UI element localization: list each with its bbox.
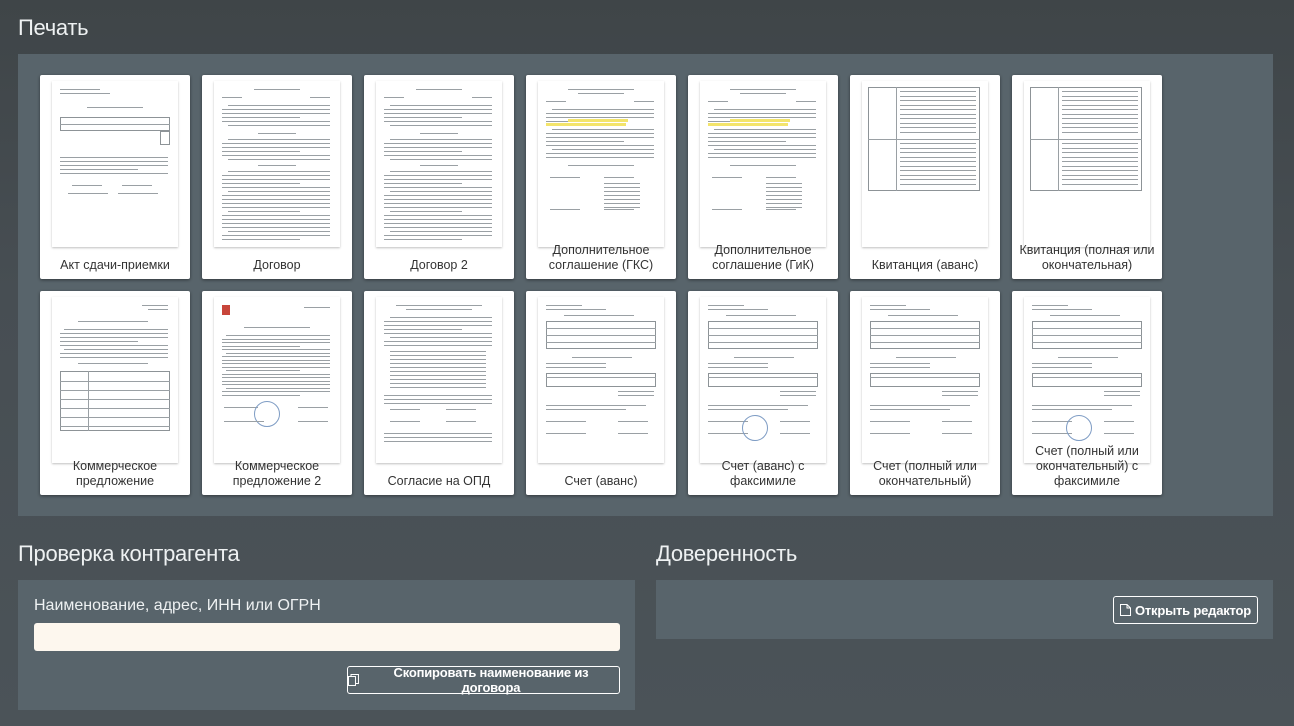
open-editor-button-label: Открыть редактор xyxy=(1134,602,1252,618)
document-thumbnail xyxy=(214,297,340,463)
counterparty-search-input[interactable] xyxy=(34,623,620,651)
document-card[interactable]: Дополнительное соглашение (ГиК) xyxy=(688,75,838,279)
document-card[interactable]: Согласие на ОПД xyxy=(364,291,514,495)
print-panel: Акт сдачи-приемки Договор Договор 2 Дополни… xyxy=(18,54,1273,516)
document-card[interactable]: Счет (аванс) с факсимиле xyxy=(688,291,838,495)
document-thumbnail xyxy=(1024,297,1150,463)
document-card-label: Договор 2 xyxy=(410,258,468,272)
document-thumbnail xyxy=(700,297,826,463)
counterparty-section-title: Проверка контрагента xyxy=(18,541,240,566)
document-card-label: Согласие на ОПД xyxy=(387,474,491,488)
document-card[interactable]: Квитанция (полная или окончательная) xyxy=(1012,75,1162,279)
print-section-title: Печать xyxy=(18,15,89,40)
copy-icon xyxy=(348,674,359,686)
copy-name-button-label: Скопировать наименование из договора xyxy=(393,665,589,695)
counterparty-panel: Наименование, адрес, ИНН или ОГРН Скопир… xyxy=(18,580,635,710)
proxy-panel: Открыть редактор xyxy=(656,580,1273,639)
document-card[interactable]: Коммерческое предложение xyxy=(40,291,190,495)
document-card-label: Договор xyxy=(253,258,301,272)
document-card-label: Акт сдачи-приемки xyxy=(60,258,170,272)
copy-name-from-contract-button[interactable]: Скопировать наименование из договора xyxy=(347,665,620,695)
document-card[interactable]: Коммерческое предложение 2 xyxy=(202,291,352,495)
document-thumbnail xyxy=(376,81,502,247)
document-card-label: Счет (полный или окончательный) с факсим… xyxy=(1035,444,1139,488)
document-card[interactable]: Квитанция (аванс) xyxy=(850,75,1000,279)
document-card[interactable]: Договор xyxy=(202,75,352,279)
document-thumbnail xyxy=(538,81,664,247)
document-thumbnail xyxy=(700,81,826,247)
document-card-label: Квитанция (полная или окончательная) xyxy=(1019,243,1155,272)
document-thumbnail xyxy=(52,297,178,463)
document-card[interactable]: Договор 2 xyxy=(364,75,514,279)
document-thumbnail xyxy=(1024,81,1150,247)
document-card-label: Счет (аванс) с факсимиле xyxy=(721,459,805,488)
document-card[interactable]: Дополнительное соглашение (ГКС) xyxy=(526,75,676,279)
document-card[interactable]: Счет (полный или окончательный) с факсим… xyxy=(1012,291,1162,495)
document-card[interactable]: Счет (полный или окончательный) xyxy=(850,291,1000,495)
document-thumbnail xyxy=(862,81,988,247)
proxy-section-title: Доверенность xyxy=(656,541,798,566)
document-thumbnail xyxy=(538,297,664,463)
counterparty-field-label: Наименование, адрес, ИНН или ОГРН xyxy=(34,597,321,614)
document-card-label: Дополнительное соглашение (ГКС) xyxy=(548,243,654,272)
document-card-label: Квитанция (аванс) xyxy=(871,258,979,272)
file-icon xyxy=(1119,604,1131,616)
document-card-label: Коммерческое предложение xyxy=(72,459,158,488)
document-card-label: Дополнительное соглашение (ГиК) xyxy=(712,243,814,272)
document-thumbnail xyxy=(214,81,340,247)
document-card[interactable]: Акт сдачи-приемки xyxy=(40,75,190,279)
document-thumbnail xyxy=(52,81,178,247)
document-thumbnail xyxy=(376,297,502,463)
document-card-label: Счет (полный или окончательный) xyxy=(873,459,977,488)
document-card-label: Счет (аванс) xyxy=(564,474,638,488)
open-editor-button[interactable]: Открыть редактор xyxy=(1113,596,1258,624)
document-card[interactable]: Счет (аванс) xyxy=(526,291,676,495)
document-thumbnail xyxy=(862,297,988,463)
document-card-label: Коммерческое предложение 2 xyxy=(232,459,322,488)
